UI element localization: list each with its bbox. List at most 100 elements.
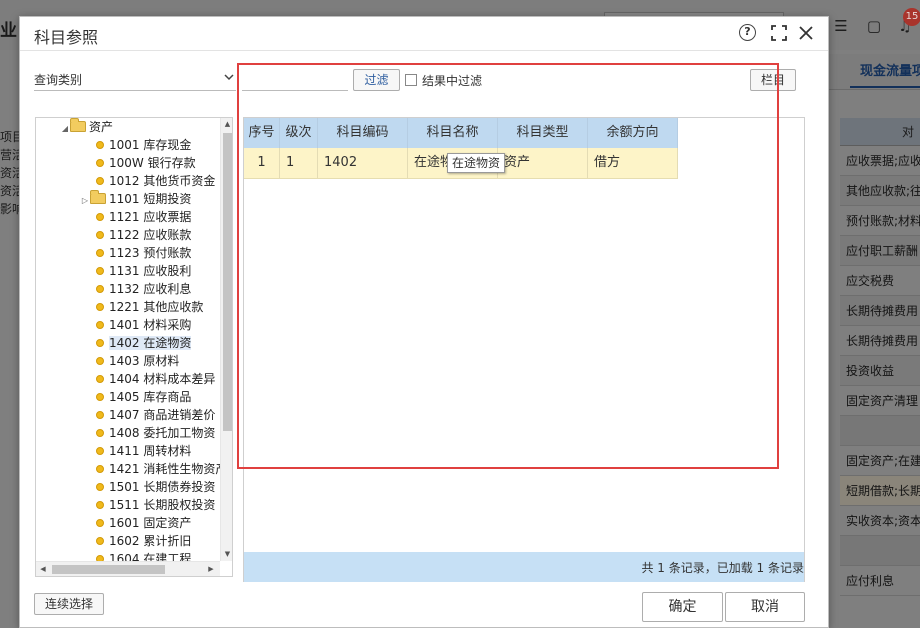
maximize-icon[interactable] (770, 25, 788, 43)
leaf-node-icon (96, 375, 104, 383)
leaf-node-icon (96, 177, 104, 185)
tree-horizontal-scroll-thumb[interactable] (52, 565, 165, 574)
message-icon: ▢ (866, 17, 882, 35)
tree-item-label: 1601 固定资产 (109, 516, 192, 530)
query-type-select[interactable]: 查询类别 (34, 69, 236, 91)
leaf-node-icon (96, 447, 104, 455)
help-icon[interactable]: ? (739, 24, 756, 41)
leaf-node-icon (96, 213, 104, 221)
tree-item-label: 1403 原材料 (109, 354, 180, 368)
filter-input[interactable] (242, 69, 348, 91)
tree-horizontal-scrollbar[interactable]: ◀ ▶ (36, 561, 220, 576)
tree-item[interactable]: 1404 材料成本差异 (96, 370, 215, 388)
ok-button[interactable]: 确定 (642, 592, 723, 622)
background-left-list: 项目 营活 资活 资活 影响 (0, 128, 20, 218)
background-tab: 现金流量项目 (860, 64, 920, 79)
tree-item[interactable]: 1407 商品进销差价 (96, 406, 215, 424)
close-icon[interactable] (797, 25, 815, 43)
tree-item[interactable]: 1132 应收利息 (96, 280, 191, 298)
col-type[interactable]: 科目类型 (498, 118, 588, 148)
scroll-down-icon[interactable]: ▼ (221, 548, 232, 561)
tree-item[interactable]: 1408 委托加工物资 (96, 424, 215, 442)
tree-item[interactable]: 1122 应收账款 (96, 226, 191, 244)
tree-item[interactable]: 1131 应收股利 (96, 262, 191, 280)
leaf-node-icon (96, 483, 104, 491)
col-seq[interactable]: 序号 (244, 118, 280, 148)
background-left-item: 资活 (0, 166, 20, 180)
tree-item-label: 1132 应收利息 (109, 282, 192, 296)
background-table-row: 长期待摊费用 (840, 326, 920, 356)
scroll-left-icon[interactable]: ◀ (36, 562, 50, 576)
cell-tooltip: 在途物资 (447, 153, 506, 173)
cell-level: 1 (280, 148, 318, 178)
background-left-item: 营活 (0, 148, 20, 162)
folder-icon (90, 190, 106, 204)
continuous-select-button[interactable]: 连续选择 (34, 593, 104, 615)
tree-item[interactable]: 1001 库存现金 (96, 136, 191, 154)
tree-item[interactable]: 1403 原材料 (96, 352, 179, 370)
leaf-node-icon (96, 393, 104, 401)
tree-item[interactable]: 1401 材料采购 (96, 316, 191, 334)
background-left-item: 资活 (0, 184, 20, 198)
leaf-node-icon (96, 501, 104, 509)
account-reference-dialog: 科目参照 ? 查询类别 过滤 结果中过滤 栏目 ◢ 资产 1001 库存现金 100W… (19, 16, 829, 628)
tree-item-label: 1402 在途物资 (109, 336, 192, 350)
tree-folder[interactable]: ◢ 资产 (60, 118, 113, 136)
scroll-right-icon[interactable]: ▶ (204, 562, 218, 576)
background-table-row: 投资收益 (840, 356, 920, 386)
background-tab-underline (850, 86, 920, 88)
tree-item-label: 1421 消耗性生物资产 (109, 462, 220, 476)
tree-item[interactable]: 1604 在建工程 (96, 550, 191, 561)
tree-item[interactable]: 1411 周转材料 (96, 442, 191, 460)
grid-header: 序号 级次 科目编码 科目名称 科目类型 余额方向 (244, 118, 678, 148)
background-brand: 业 (0, 21, 17, 41)
tree-item-label: 1123 预付账款 (109, 246, 192, 260)
tree-item[interactable]: 1402 在途物资 (96, 334, 192, 352)
tree-item[interactable]: 1501 长期债券投资 (96, 478, 215, 496)
tree-item[interactable]: 1405 库存商品 (96, 388, 191, 406)
tree-item[interactable]: 1602 累计折旧 (96, 532, 191, 550)
cell-type: 资产 (498, 148, 588, 178)
tree-item-label: 1131 应收股利 (109, 264, 192, 278)
cancel-button[interactable]: 取消 (725, 592, 805, 622)
tree-vertical-scrollbar[interactable]: ▲ ▼ (220, 118, 232, 561)
col-name[interactable]: 科目名称 (408, 118, 498, 148)
cell-seq: 1 (244, 148, 280, 178)
tree-item[interactable]: 1221 其他应收款 (96, 298, 203, 316)
background-table-row: 应收票据;应收 (840, 146, 920, 176)
col-direction[interactable]: 余额方向 (588, 118, 678, 148)
tree-item-label: 1101 短期投资 (109, 192, 192, 206)
tree-expand-icon[interactable]: ▷ (80, 192, 90, 210)
tree-item-label: 1407 商品进销差价 (109, 408, 216, 422)
tree-item[interactable]: 1012 其他货币资金 (96, 172, 215, 190)
tree-item[interactable]: 1421 消耗性生物资产 (96, 460, 220, 478)
scroll-up-icon[interactable]: ▲ (221, 118, 232, 131)
leaf-node-icon (96, 429, 104, 437)
tree-item[interactable]: 100W 银行存款 (96, 154, 196, 172)
tree-collapse-icon[interactable]: ◢ (60, 120, 70, 138)
tree-item-label: 1401 材料采购 (109, 318, 192, 332)
col-level[interactable]: 级次 (280, 118, 318, 148)
tree-item[interactable]: 1123 预付账款 (96, 244, 191, 262)
leaf-node-icon (96, 537, 104, 545)
leaf-node-icon (96, 357, 104, 365)
tree-item-label: 1501 长期债券投资 (109, 480, 216, 494)
col-code[interactable]: 科目编码 (318, 118, 408, 148)
tree-vertical-scroll-thumb[interactable] (223, 133, 232, 431)
tree-item-label: 100W 银行存款 (109, 156, 196, 170)
tree-folder[interactable]: ▷ 1101 短期投资 (80, 190, 191, 208)
account-tree-list: ◢ 资产 1001 库存现金 100W 银行存款 1012 其他货币资金 ▷ 1101 短期… (36, 118, 220, 561)
filter-button[interactable]: 过滤 (353, 69, 400, 91)
columns-button[interactable]: 栏目 (750, 69, 796, 91)
filter-in-result-toggle[interactable]: 结果中过滤 (405, 72, 482, 88)
filter-in-result-checkbox[interactable] (405, 74, 417, 86)
background-table-row: 应交税费 (840, 266, 920, 296)
leaf-node-icon (96, 411, 104, 419)
tree-item-label: 1405 库存商品 (109, 390, 192, 404)
tree-item-label: 1221 其他应收款 (109, 300, 204, 314)
tree-item[interactable]: 1121 应收票据 (96, 208, 191, 226)
background-table-row: 其他应收款;往 (840, 176, 920, 206)
tree-item-label: 1604 在建工程 (109, 552, 192, 561)
tree-item[interactable]: 1601 固定资产 (96, 514, 191, 532)
tree-item[interactable]: 1511 长期股权投资 (96, 496, 215, 514)
